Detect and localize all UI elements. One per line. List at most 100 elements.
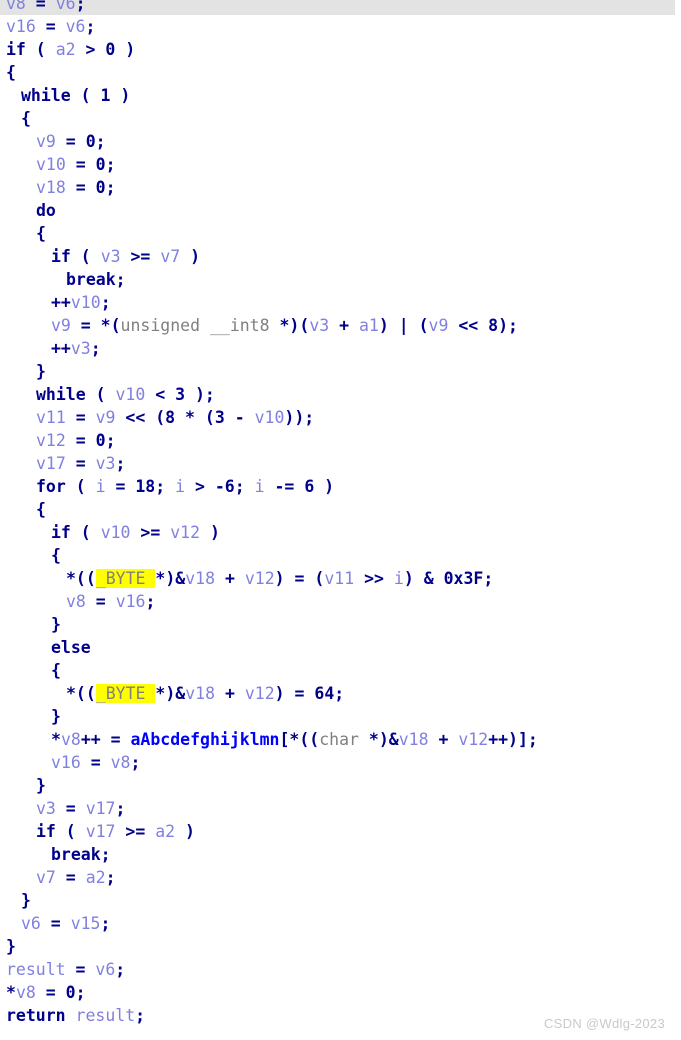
code-line[interactable]: { [0, 659, 681, 682]
code-line-list[interactable]: v8 = v6; v16 = v6; if ( a2 > 0 ){while ( 1… [0, 0, 681, 1027]
code-token-punct: ; [105, 868, 116, 887]
code-token-var: i [393, 569, 404, 588]
code-line-content: v3 = v17; [6, 797, 125, 820]
code-token-punct: = [25, 0, 56, 13]
code-line[interactable]: { [0, 107, 681, 130]
code-line[interactable]: v17 = v3; [0, 452, 681, 475]
code-token-var: v6 [21, 914, 41, 933]
code-line[interactable]: v3 = v17; [0, 797, 681, 820]
code-token-var: v18 [398, 730, 429, 749]
code-line-content: { [6, 498, 46, 521]
code-line[interactable]: } [0, 360, 681, 383]
code-token-punct: *(( [66, 684, 96, 703]
code-line[interactable]: result = v6; [0, 958, 681, 981]
code-line[interactable]: if ( v3 >= v7 ) [0, 245, 681, 268]
watermark-text: CSDN @Wdlg-2023 [543, 1016, 665, 1031]
code-token-punct: > [75, 40, 106, 59]
code-line[interactable]: { [0, 544, 681, 567]
code-line[interactable]: v18 = 0; [0, 176, 681, 199]
code-token-num: -6 [214, 477, 235, 496]
pseudocode-view[interactable]: v8 = v6; v16 = v6; if ( a2 > 0 ){while ( 1… [0, 0, 681, 1040]
code-token-punct: = [40, 914, 71, 933]
code-line[interactable]: } [0, 705, 681, 728]
code-line[interactable]: } [0, 613, 681, 636]
code-line[interactable]: *v8++ = aAbcdefghijklmn[*((char *)&v18 +… [0, 728, 681, 751]
code-line-content: { [6, 222, 46, 245]
code-line[interactable]: v11 = v9 << (8 * (3 - v10)); [0, 406, 681, 429]
code-line[interactable]: ++v3; [0, 337, 681, 360]
code-line[interactable]: if ( a2 > 0 ) [0, 38, 681, 61]
code-line-content: *((_BYTE *)&v18 + v12) = 64; [6, 682, 344, 705]
code-token-var: v17 [85, 799, 116, 818]
code-token-var: v11 [324, 569, 355, 588]
code-line[interactable]: { [0, 498, 681, 521]
code-line[interactable]: v12 = 0; [0, 429, 681, 452]
code-token-punct: ; [135, 1006, 146, 1025]
code-line[interactable]: *((_BYTE *)&v18 + v12) = (v11 >> i) & 0x… [0, 567, 681, 590]
code-token-punct: = [35, 983, 66, 1002]
code-line[interactable]: { [0, 61, 681, 84]
code-token-var: v9 [51, 316, 71, 335]
code-line-content: *v8++ = aAbcdefghijklmn[*((char *)&v18 +… [6, 728, 538, 751]
code-token-punct: -= [264, 477, 305, 496]
code-token-punct: + [428, 730, 459, 749]
code-line[interactable]: for ( i = 18; i > -6; i -= 6 ) [0, 475, 681, 498]
code-token-var: v3 [100, 247, 121, 266]
code-line[interactable]: v7 = a2; [0, 866, 681, 889]
code-line[interactable]: { [0, 222, 681, 245]
code-line[interactable]: else [0, 636, 681, 659]
code-token-punct: { [36, 500, 46, 519]
code-line[interactable]: } [0, 889, 681, 912]
code-line[interactable]: if ( v17 >= a2 ) [0, 820, 681, 843]
code-token-var: a1 [359, 316, 379, 335]
code-token-punct: } [6, 937, 16, 956]
code-line-content: ++v10; [6, 291, 111, 314]
code-token-punct: ( [70, 86, 101, 105]
code-line-content: v18 = 0; [6, 176, 116, 199]
code-line[interactable]: break; [0, 268, 681, 291]
code-line-content: } [6, 889, 31, 912]
code-token-kw: if [6, 40, 26, 59]
code-line[interactable]: v16 = v8; [0, 751, 681, 774]
code-token-punct: ) | ( [378, 316, 429, 335]
code-line[interactable]: } [0, 935, 681, 958]
code-line[interactable]: v9 = *(unsigned __int8 *)(v3 + a1) | (v9… [0, 314, 681, 337]
code-token-num: 6 [304, 477, 315, 496]
code-line[interactable]: if ( v10 >= v12 ) [0, 521, 681, 544]
code-token-var: v6 [55, 0, 76, 13]
code-token-var: v8 [6, 0, 26, 13]
code-line[interactable]: *v8 = 0; [0, 981, 681, 1004]
code-token-punct: ; [85, 17, 96, 36]
code-token-punct: * [6, 983, 16, 1002]
code-line[interactable]: v6 = v15; [0, 912, 681, 935]
code-token-punct: = [55, 868, 86, 887]
code-line-content: break; [6, 843, 111, 866]
code-token-punct: = [65, 155, 96, 174]
code-line[interactable]: v8 = v16; [0, 590, 681, 613]
code-token-var: i [254, 477, 265, 496]
code-token-punct: ( [85, 385, 116, 404]
code-line-content: v8 = v6; [6, 0, 86, 15]
code-line[interactable]: do [0, 199, 681, 222]
code-line[interactable]: break; [0, 843, 681, 866]
code-token-var: v16 [115, 592, 146, 611]
code-line[interactable]: while ( v10 < 3 ); [0, 383, 681, 406]
code-line[interactable]: while ( 1 ) [0, 84, 681, 107]
code-token-punct: ) [180, 247, 201, 266]
code-line[interactable]: *((_BYTE *)&v18 + v12) = 64; [0, 682, 681, 705]
code-line-content: for ( i = 18; i > -6; i -= 6 ) [6, 475, 334, 498]
code-line[interactable]: v10 = 0; [0, 153, 681, 176]
code-line[interactable]: v9 = 0; [0, 130, 681, 153]
code-line[interactable]: v8 = v6; [0, 0, 675, 15]
code-token-var: v6 [65, 17, 86, 36]
code-line[interactable]: } [0, 774, 681, 797]
code-token-var: v16 [51, 753, 81, 772]
code-line[interactable]: ++v10; [0, 291, 681, 314]
code-token-punct: ; [115, 799, 126, 818]
code-token-num: 0 [65, 983, 76, 1002]
code-token-var: v3 [309, 316, 330, 335]
code-line[interactable]: v16 = v6; [0, 15, 681, 38]
code-token-punct: ; [105, 178, 116, 197]
code-token-num: 0 [95, 431, 106, 450]
code-token-punct: ( [65, 477, 96, 496]
